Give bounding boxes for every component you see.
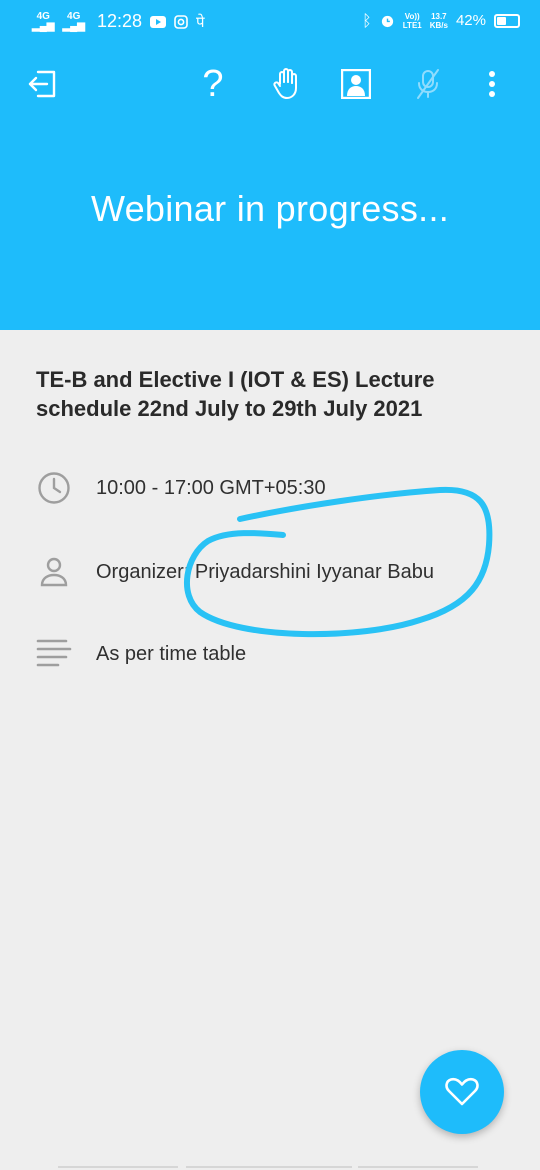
meeting-title: TE-B and Elective I (IOT & ES) Lecture s… (36, 367, 435, 421)
webinar-header: 4G ▂▄▆ 4G ▂▄▆ 12:28 पे ᛒ Vo)) LTE1 13.7 KB/s… (0, 0, 540, 330)
battery-percent: 42% (455, 12, 486, 29)
help-icon: ? (202, 63, 224, 105)
mic-button[interactable] (408, 64, 448, 104)
more-options-button[interactable] (472, 64, 512, 104)
network-1-indicator: 4G ▂▄▆ (32, 10, 55, 32)
phonepe-icon: पे (195, 12, 205, 31)
bluetooth-icon: ᛒ (362, 11, 372, 30)
organizer-row: Organizer: Priyadarshini Iyyanar Babu (36, 554, 434, 590)
network-speed: 13.7 KB/s (429, 11, 448, 30)
organizer-name: Organizer: Priyadarshini Iyyanar Babu (96, 560, 434, 583)
webinar-status-title: Webinar in progress... (90, 188, 450, 229)
alarm-icon (381, 15, 393, 28)
status-bar: 4G ▂▄▆ 4G ▂▄▆ 12:28 पे ᛒ Vo)) LTE1 13.7 KB/s… (0, 0, 540, 44)
youtube-icon (149, 15, 166, 28)
nav-bar-segment (358, 1166, 478, 1168)
more-icon (489, 71, 495, 97)
raise-hand-icon (273, 68, 297, 99)
profile-icon (341, 69, 371, 99)
network-2-indicator: 4G ▂▄▆ (62, 10, 85, 32)
instagram-icon (174, 14, 188, 29)
meeting-description: As per time table (96, 642, 247, 665)
raise-hand-button[interactable] (266, 64, 306, 104)
volte-indicator: Vo)) LTE1 (402, 11, 422, 30)
nav-bar-segment (186, 1166, 352, 1168)
clock-icon (38, 472, 70, 504)
nav-bar-segment (58, 1166, 178, 1168)
status-time: 12:28 (96, 11, 142, 31)
person-icon (40, 557, 68, 587)
battery-icon (494, 13, 520, 28)
description-row: As per time table (36, 636, 246, 672)
mic-off-icon (417, 69, 439, 99)
description-icon (36, 639, 72, 667)
exit-icon (28, 70, 56, 98)
meeting-time-row: 10:00 - 17:00 GMT+05:30 (36, 470, 326, 506)
exit-button[interactable] (22, 64, 62, 104)
heart-icon (445, 1077, 479, 1106)
help-button[interactable]: ? (193, 64, 233, 104)
profile-button[interactable] (336, 64, 376, 104)
favorite-button[interactable] (420, 1050, 504, 1134)
meeting-time: 10:00 - 17:00 GMT+05:30 (96, 476, 326, 499)
